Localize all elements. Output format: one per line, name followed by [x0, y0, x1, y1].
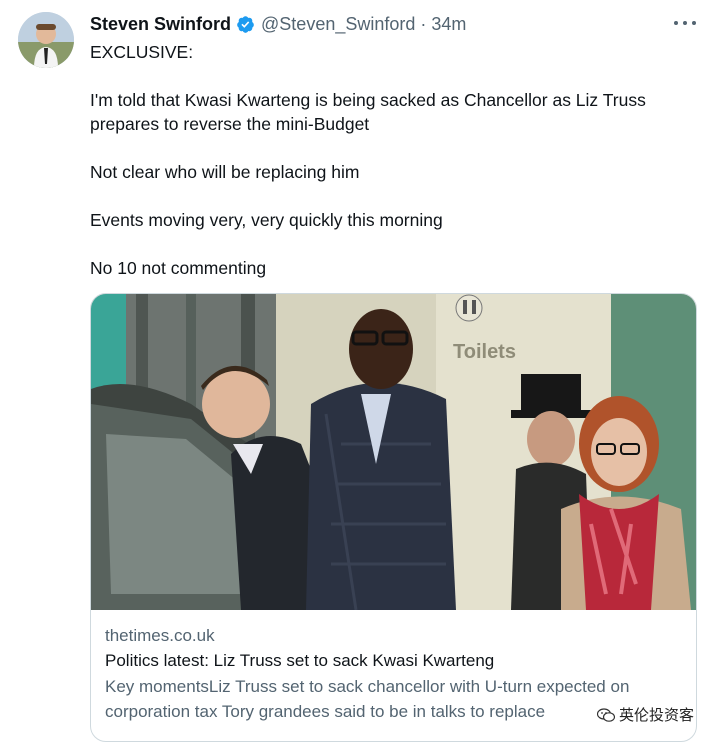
verified-badge-icon: [236, 15, 255, 34]
avatar-photo: [18, 12, 74, 68]
watermark: 英伦投资客: [594, 704, 696, 725]
tweet-header: Steven Swinford @Steven_Swinford · 34m: [90, 12, 466, 36]
tweet-timestamp[interactable]: 34m: [431, 14, 466, 35]
author-avatar[interactable]: [18, 12, 74, 68]
wechat-icon: [596, 707, 615, 722]
toilets-sign-text: Toilets: [453, 341, 516, 363]
tweet-paragraph: Events moving very, very quickly this mo…: [90, 210, 443, 230]
card-title: Politics latest: Liz Truss set to sack K…: [105, 651, 495, 670]
tweet-paragraph: No 10 not commenting: [90, 258, 267, 278]
tweet-paragraph: Not clear who will be replacing him: [90, 162, 360, 182]
card-domain: thetimes.co.uk: [105, 626, 215, 645]
tweet: Steven Swinford @Steven_Swinford · 34m E…: [0, 0, 718, 745]
tweet-text: EXCLUSIVE: I'm told that Kwasi Kwarteng …: [90, 40, 690, 280]
author-handle[interactable]: @Steven_Swinford: [261, 14, 415, 35]
tweet-paragraph: I'm told that Kwasi Kwarteng is being sa…: [90, 90, 646, 134]
header-separator: ·: [420, 13, 427, 34]
more-options-icon[interactable]: [674, 14, 696, 32]
author-display-name[interactable]: Steven Swinford: [90, 14, 231, 35]
tweet-paragraph: EXCLUSIVE:: [90, 42, 194, 62]
watermark-text: 英伦投资客: [618, 707, 694, 724]
card-photo: Toilets: [91, 294, 696, 610]
link-preview-card[interactable]: Toilets thetimes.co.uk Politics latest: …: [90, 293, 697, 742]
